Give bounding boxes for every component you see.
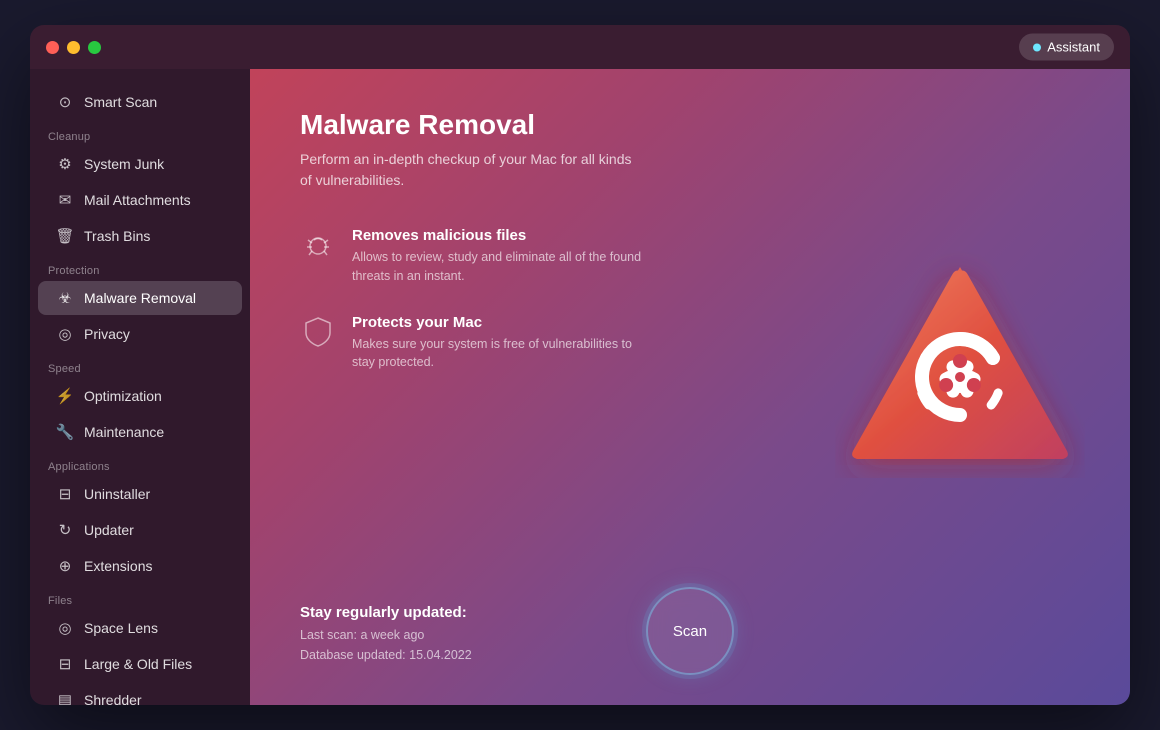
sidebar-item-maintenance[interactable]: 🔧 Maintenance: [38, 415, 242, 449]
app-body: ⊙ Smart Scan Cleanup ⚙ System Junk ✉ Mai…: [30, 69, 1130, 705]
feature-protects-text: Protects your Mac Makes sure your system…: [352, 314, 652, 373]
sidebar-item-optimization[interactable]: ⚡ Optimization: [38, 379, 242, 413]
assistant-label: Assistant: [1047, 40, 1100, 55]
sidebar-item-space-lens[interactable]: ◎ Space Lens: [38, 611, 242, 645]
sidebar-item-label: Mail Attachments: [84, 192, 191, 208]
assistant-dot: [1033, 43, 1041, 51]
section-label-applications: Applications: [30, 451, 250, 477]
feature-removes-desc: Allows to review, study and eliminate al…: [352, 248, 652, 286]
scan-button[interactable]: Scan: [646, 587, 734, 675]
biohazard-container: [830, 244, 1090, 504]
sidebar-item-label: Updater: [84, 522, 134, 538]
sidebar-item-mail-attachments[interactable]: ✉ Mail Attachments: [38, 183, 242, 217]
section-label-speed: Speed: [30, 353, 250, 379]
sidebar-item-label: Maintenance: [84, 424, 164, 440]
space-lens-icon: ◎: [56, 619, 74, 637]
mail-icon: ✉: [56, 191, 74, 209]
traffic-lights: [46, 41, 101, 54]
section-label-cleanup: Cleanup: [30, 121, 250, 147]
sidebar-item-large-old-files[interactable]: ⊟ Large & Old Files: [38, 647, 242, 681]
sidebar-item-extensions[interactable]: ⊕ Extensions: [38, 549, 242, 583]
minimize-button[interactable]: [67, 41, 80, 54]
sidebar-item-smart-scan[interactable]: ⊙ Smart Scan: [38, 85, 242, 119]
sidebar-item-label: Optimization: [84, 388, 162, 404]
section-label-protection: Protection: [30, 255, 250, 281]
sidebar-item-updater[interactable]: ↻ Updater: [38, 513, 242, 547]
uninstaller-icon: ⊟: [56, 485, 74, 503]
sidebar-item-privacy[interactable]: ◎ Privacy: [38, 317, 242, 351]
sidebar-item-label: Large & Old Files: [84, 656, 192, 672]
shield-icon: [300, 314, 336, 350]
sidebar-item-label: System Junk: [84, 156, 164, 172]
sidebar-item-label: Smart Scan: [84, 94, 157, 110]
page-title: Malware Removal: [300, 109, 1080, 141]
feature-removes-text: Removes malicious files Allows to review…: [352, 227, 652, 286]
sidebar-item-label: Trash Bins: [84, 228, 150, 244]
trash-icon: 🗑: [56, 227, 74, 245]
feature-protects-title: Protects your Mac: [352, 314, 652, 331]
large-files-icon: ⊟: [56, 655, 74, 673]
close-button[interactable]: [46, 41, 59, 54]
bug-icon: [300, 227, 336, 263]
sidebar-item-label: Privacy: [84, 326, 130, 342]
sidebar-item-label: Space Lens: [84, 620, 158, 636]
scan-button-container: Scan: [646, 587, 734, 675]
sidebar-item-uninstaller[interactable]: ⊟ Uninstaller: [38, 477, 242, 511]
sidebar-item-label: Malware Removal: [84, 290, 196, 306]
shredder-icon: ▤: [56, 691, 74, 705]
feature-protects-desc: Makes sure your system is free of vulner…: [352, 335, 652, 373]
privacy-icon: ◎: [56, 325, 74, 343]
main-content: Malware Removal Perform an in-depth chec…: [250, 69, 1130, 705]
assistant-button[interactable]: Assistant: [1019, 34, 1114, 61]
biohazard-svg: [835, 249, 1085, 499]
fullscreen-button[interactable]: [88, 41, 101, 54]
app-window: Assistant ⊙ Smart Scan Cleanup ⚙ System …: [30, 25, 1130, 705]
sidebar-item-label: Shredder: [84, 692, 142, 705]
page-subtitle: Perform an in-depth checkup of your Mac …: [300, 149, 640, 191]
system-junk-icon: ⚙: [56, 155, 74, 173]
feature-removes-title: Removes malicious files: [352, 227, 652, 244]
updater-icon: ↻: [56, 521, 74, 539]
smart-scan-icon: ⊙: [56, 93, 74, 111]
sidebar-item-label: Uninstaller: [84, 486, 150, 502]
sidebar-item-malware-removal[interactable]: ☣ Malware Removal: [38, 281, 242, 315]
maintenance-icon: 🔧: [56, 423, 74, 441]
sidebar-item-trash-bins[interactable]: 🗑 Trash Bins: [38, 219, 242, 253]
sidebar: ⊙ Smart Scan Cleanup ⚙ System Junk ✉ Mai…: [30, 69, 250, 705]
sidebar-item-label: Extensions: [84, 558, 152, 574]
titlebar: Assistant: [30, 25, 1130, 69]
sidebar-item-shredder[interactable]: ▤ Shredder: [38, 683, 242, 705]
section-label-files: Files: [30, 585, 250, 611]
sidebar-item-system-junk[interactable]: ⚙ System Junk: [38, 147, 242, 181]
extensions-icon: ⊕: [56, 557, 74, 575]
optimization-icon: ⚡: [56, 387, 74, 405]
malware-icon: ☣: [56, 289, 74, 307]
